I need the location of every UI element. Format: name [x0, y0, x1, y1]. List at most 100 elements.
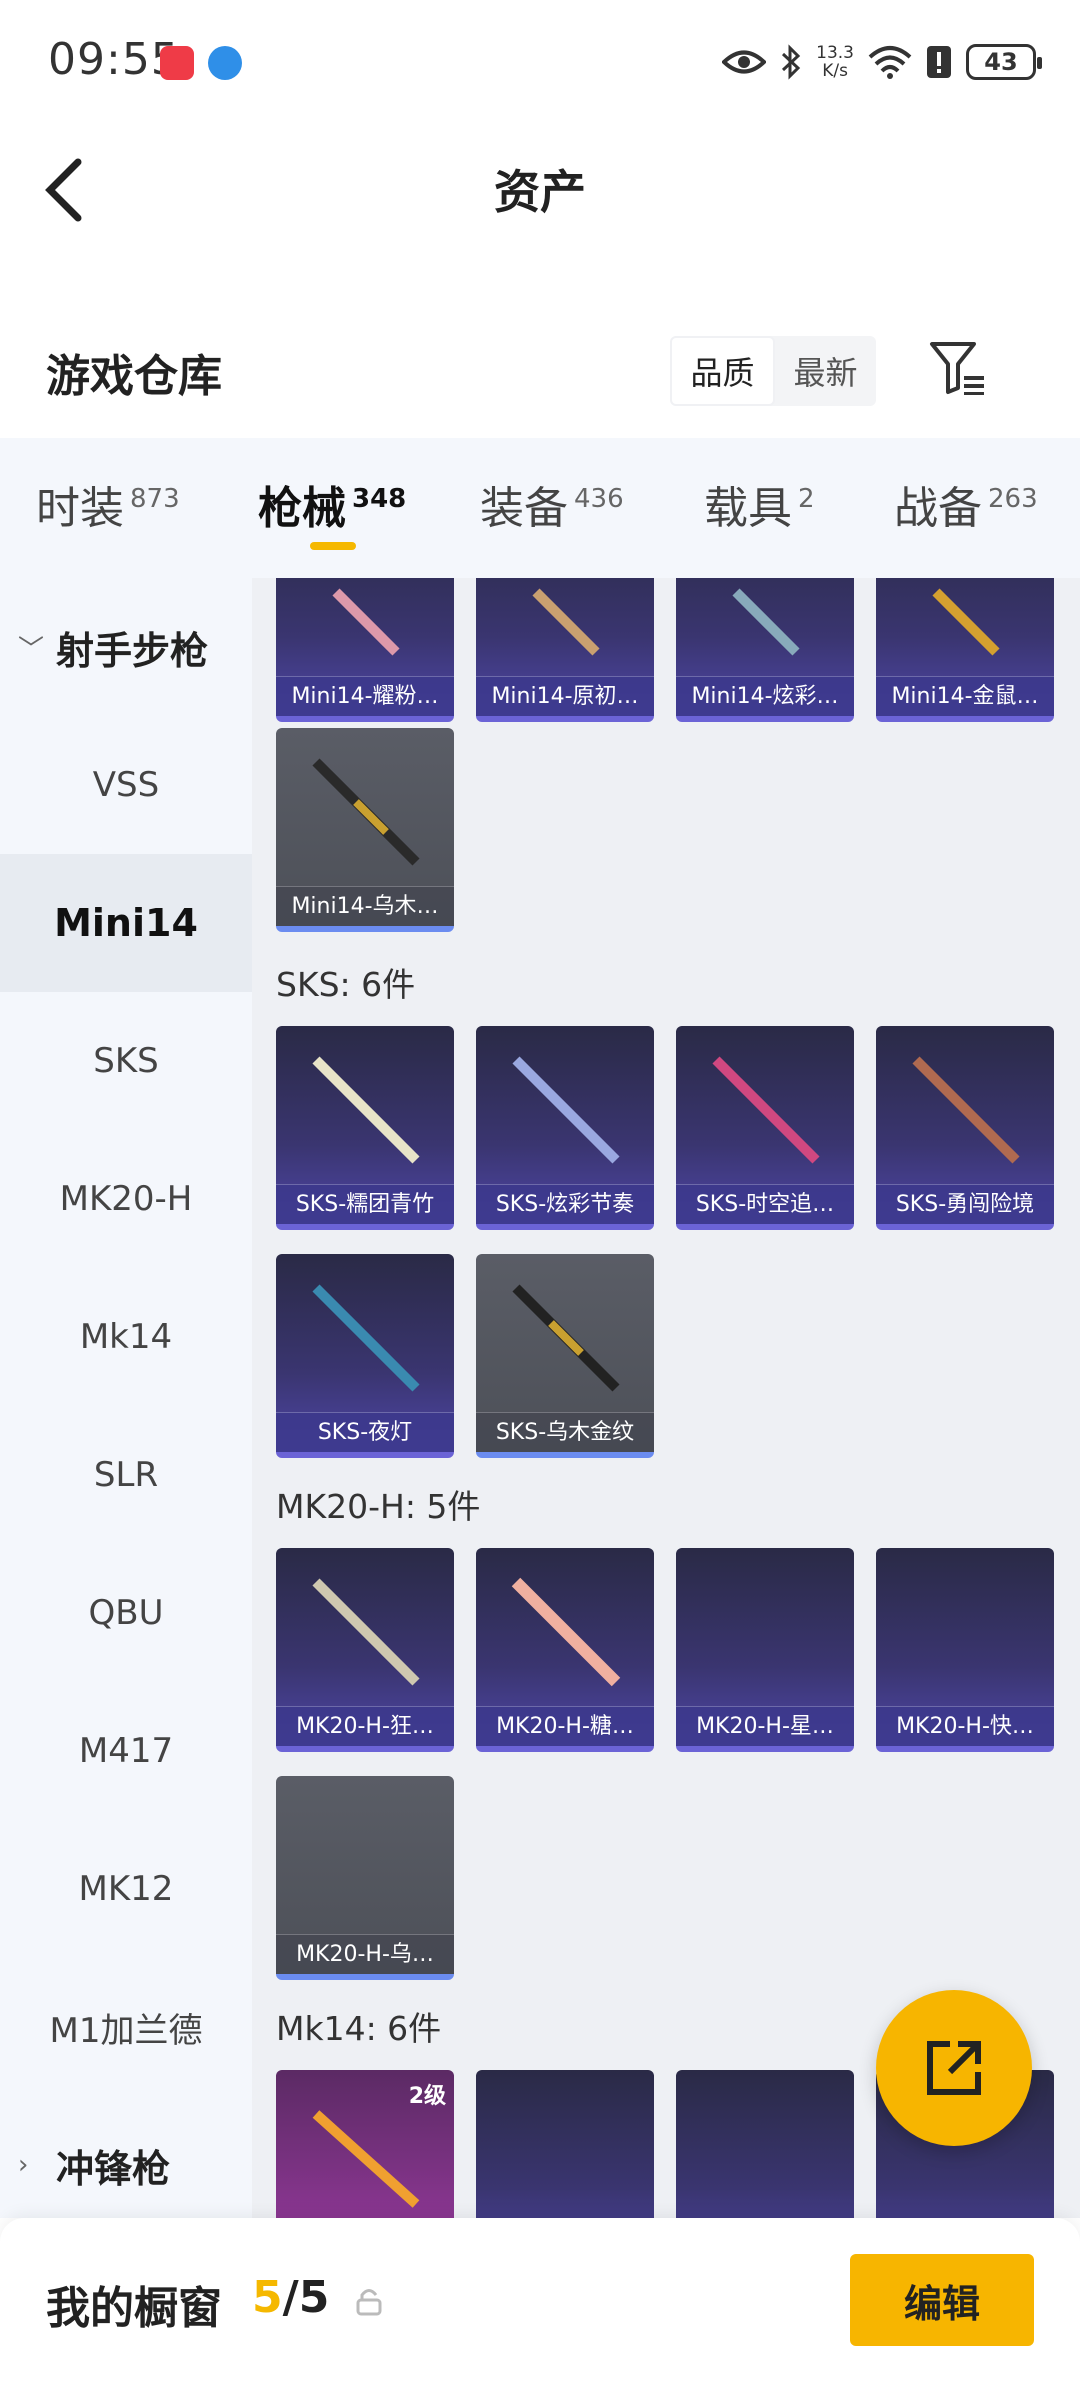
- battery-indicator: 43: [966, 44, 1042, 80]
- my-window-label: 我的橱窗: [46, 2283, 222, 2334]
- bluetooth-icon: [782, 44, 801, 80]
- rifle-icon: [312, 758, 420, 866]
- category-item-mk14[interactable]: Mk14: [0, 1268, 252, 1406]
- rifle-icon: [332, 588, 400, 656]
- item-label: Mini14-耀粉…: [276, 676, 454, 716]
- item-card[interactable]: MK20-H-狂…: [276, 1548, 454, 1752]
- item-card[interactable]: MK20-H-快…: [876, 1548, 1054, 1752]
- rifle-icon: [732, 588, 800, 656]
- filter-icon[interactable]: [928, 340, 988, 396]
- category-item-qbu[interactable]: QBU: [0, 1544, 252, 1682]
- item-label: SKS-炫彩节奏: [476, 1184, 654, 1224]
- category-item-m1garand[interactable]: M1加兰德: [0, 1958, 252, 2096]
- rifle-icon: [932, 588, 1000, 656]
- item-label: MK20-H-糖…: [476, 1706, 654, 1746]
- sort-quality-button[interactable]: 品质: [670, 336, 775, 406]
- item-label: MK20-H-星…: [676, 1706, 854, 1746]
- warehouse-title: 游戏仓库: [46, 351, 222, 402]
- category-label: 射手步枪: [56, 628, 209, 673]
- section-title-mk20h: MK20-H: 5件: [276, 1487, 481, 1526]
- category-group-smg[interactable]: › 冲锋枪: [0, 2096, 252, 2234]
- tab-count: 348: [352, 484, 407, 515]
- item-card[interactable]: Mini14-金鼠…: [876, 578, 1054, 722]
- tab-fashion[interactable]: 时装 873: [36, 472, 180, 536]
- page-title: 资产: [494, 165, 586, 219]
- item-card[interactable]: Mini14-乌木…: [276, 728, 454, 932]
- tab-label: 枪械: [258, 483, 346, 534]
- category-item-sks[interactable]: SKS: [0, 992, 252, 1130]
- rifle-icon: [512, 1056, 620, 1164]
- tab-guns[interactable]: 枪械 348: [258, 472, 406, 536]
- category-item-mk12[interactable]: MK12: [0, 1820, 252, 1958]
- item-label: Mini14-金鼠…: [876, 676, 1054, 716]
- item-label: MK20-H-乌…: [276, 1934, 454, 1974]
- rifle-icon: [912, 1056, 1020, 1164]
- item-card[interactable]: Mini14-原初…: [476, 578, 654, 722]
- tab-label: 时装: [36, 483, 124, 534]
- item-card[interactable]: SKS-夜灯: [276, 1254, 454, 1458]
- level-badge: 2级: [408, 2084, 446, 2109]
- item-card[interactable]: 2级: [276, 2070, 454, 2218]
- eye-icon: [722, 50, 767, 74]
- rifle-icon: [532, 588, 600, 656]
- category-item-vss[interactable]: VSS: [0, 716, 252, 854]
- item-card[interactable]: MK20-H-糖…: [476, 1548, 654, 1752]
- weapon-category-list: ﹀ 射手步枪 VSS Mini14 SKS MK20-H Mk14 SLR QBU…: [0, 578, 252, 2218]
- tab-label: 装备: [480, 483, 568, 534]
- share-fab-button[interactable]: [876, 1990, 1032, 2146]
- tab-count: 436: [574, 484, 624, 515]
- item-label: Mini14-乌木…: [276, 886, 454, 926]
- tab-count: 263: [988, 484, 1038, 515]
- item-label: MK20-H-狂…: [276, 1706, 454, 1746]
- notification-app-icon: [160, 46, 194, 80]
- my-window-count: 5/5: [252, 2272, 329, 2323]
- chevron-right-icon: ›: [18, 2150, 29, 2180]
- tab-vehicles[interactable]: 载具 2: [704, 472, 815, 536]
- item-card[interactable]: SKS-乌木金纹: [476, 1254, 654, 1458]
- tab-label: 战备: [894, 483, 982, 534]
- item-card[interactable]: MK20-H-乌…: [276, 1776, 454, 1980]
- category-item-mini14[interactable]: Mini14: [0, 854, 252, 992]
- rifle-icon: [511, 1577, 621, 1687]
- category-item-m417[interactable]: M417: [0, 1682, 252, 1820]
- item-label: SKS-夜灯: [276, 1412, 454, 1452]
- item-card[interactable]: MK20-H-星…: [676, 1548, 854, 1752]
- category-item-mk20h[interactable]: MK20-H: [0, 1130, 252, 1268]
- item-card[interactable]: SKS-勇闯险境: [876, 1026, 1054, 1230]
- item-grid: Mini14-耀粉… Mini14-原初… Mini14-炫彩… Mini14-…: [252, 578, 1080, 2218]
- count-current: 5: [252, 2272, 283, 2323]
- tab-count: 873: [130, 484, 180, 515]
- chevron-down-icon: ﹀: [18, 634, 45, 665]
- tab-equipment[interactable]: 装备 436: [480, 472, 624, 536]
- status-icons: 13.3 K/s 43: [722, 40, 1042, 84]
- rifle-icon: [512, 1284, 620, 1392]
- wifi-icon: [868, 46, 912, 79]
- item-label: SKS-勇闯险境: [876, 1184, 1054, 1224]
- item-card[interactable]: Mini14-炫彩…: [676, 578, 854, 722]
- browser-app-icon: [208, 46, 242, 80]
- item-card[interactable]: [676, 2070, 854, 2218]
- rifle-icon: [712, 1056, 820, 1164]
- sort-latest-button[interactable]: 最新: [775, 336, 876, 406]
- edit-button[interactable]: 编辑: [850, 2254, 1034, 2346]
- section-title-mk14: Mk14: 6件: [276, 2009, 442, 2048]
- lock-icon: [356, 2289, 382, 2316]
- item-card[interactable]: SKS-糯团青竹: [276, 1026, 454, 1230]
- tab-label: 载具: [704, 483, 792, 534]
- item-card[interactable]: SKS-时空追…: [676, 1026, 854, 1230]
- tab-supplies[interactable]: 战备 263: [894, 472, 1038, 536]
- item-card[interactable]: Mini14-耀粉…: [276, 578, 454, 722]
- tab-count: 2: [798, 484, 815, 515]
- item-label: SKS-糯团青竹: [276, 1184, 454, 1224]
- item-label: SKS-时空追…: [676, 1184, 854, 1224]
- item-card[interactable]: SKS-炫彩节奏: [476, 1026, 654, 1230]
- item-card[interactable]: [476, 2070, 654, 2218]
- rifle-icon: [312, 1578, 420, 1686]
- category-item-slr[interactable]: SLR: [0, 1406, 252, 1544]
- active-tab-indicator: [310, 542, 356, 550]
- category-group-marksman[interactable]: ﹀ 射手步枪: [0, 578, 252, 716]
- section-title-sks: SKS: 6件: [276, 965, 416, 1004]
- rifle-icon: [312, 1284, 420, 1392]
- network-speed: 13.3 K/s: [816, 43, 854, 81]
- sort-toggle: 品质 最新: [670, 336, 876, 406]
